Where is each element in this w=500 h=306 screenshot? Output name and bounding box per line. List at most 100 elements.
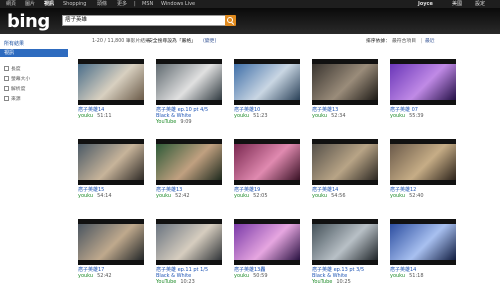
expand-icon	[4, 66, 9, 71]
results-bar: 1-20 / 11,800 筆影片結果 安全搜尋設為「嚴格」 (變更) 排序依據…	[70, 37, 495, 47]
settings-link[interactable]: 設定	[475, 0, 485, 8]
video-thumbnail[interactable]	[234, 59, 300, 105]
video-meta: YouTube 9:09	[156, 119, 192, 125]
expand-icon	[4, 96, 9, 101]
video-thumbnail[interactable]	[78, 219, 144, 265]
video-source: youku	[156, 193, 172, 199]
filter-resolution[interactable]: 解析度	[4, 85, 25, 92]
video-result[interactable]: 痞子英雄13 youku 52:34	[312, 59, 378, 131]
video-thumbnail[interactable]	[156, 219, 222, 265]
video-result[interactable]: 痞子英雄13轟 youku 50:59	[234, 219, 300, 291]
video-duration: 51:23	[253, 113, 268, 119]
video-result[interactable]: 痞子英雄 07 youku 55:39	[390, 59, 456, 131]
video-source: youku	[78, 273, 94, 279]
video-meta: youku 51:18	[390, 273, 424, 279]
video-duration: 52:34	[331, 113, 346, 119]
video-meta: youku 52:05	[234, 193, 268, 199]
video-source: youku	[390, 273, 406, 279]
nav-separator: |	[134, 1, 136, 7]
filter-screen-size[interactable]: 螢幕大小	[4, 75, 30, 82]
video-result[interactable]: 痞子英雄13 youku 52:42	[156, 139, 222, 211]
sort-current: 最符合項目	[392, 39, 416, 44]
user-name[interactable]: Joyce	[418, 0, 433, 8]
video-source: youku	[78, 113, 94, 119]
top-nav-bar: 網頁 圖片 視訊 Shopping 頭條 更多 | MSN Windows Li…	[0, 0, 500, 8]
video-duration: 10:25	[336, 279, 351, 285]
video-thumbnail[interactable]	[234, 139, 300, 185]
nav-windows-live[interactable]: Windows Live	[161, 0, 195, 8]
video-thumbnail[interactable]	[390, 139, 456, 185]
video-meta: youku 52:42	[78, 273, 112, 279]
video-result[interactable]: 痞子英雄14 youku 54:56	[312, 139, 378, 211]
video-duration: 9:09	[180, 119, 192, 125]
expand-icon	[4, 76, 9, 81]
result-count: 1-20 / 11,800 筆影片結果	[92, 39, 150, 44]
nav-news[interactable]: 頭條	[97, 0, 107, 8]
video-thumbnail[interactable]	[390, 59, 456, 105]
video-duration: 54:14	[97, 193, 112, 199]
video-source: youku	[312, 113, 328, 119]
video-duration: 10:23	[180, 279, 195, 285]
video-thumbnail[interactable]	[312, 139, 378, 185]
nav-videos[interactable]: 視訊	[44, 0, 54, 8]
video-result[interactable]: 痞子英雄19 youku 52:05	[234, 139, 300, 211]
video-result[interactable]: 痞子英雄 ep.10 pt 4/5 Black & White YouTube 9:0…	[156, 59, 222, 131]
nav-msn[interactable]: MSN	[142, 0, 153, 8]
sort-recent-link[interactable]: 最近	[425, 37, 435, 47]
video-meta: youku 51:23	[234, 113, 268, 119]
video-duration: 52:40	[409, 193, 424, 199]
safesearch-status: 安全搜尋設為「嚴格」	[148, 39, 196, 44]
video-duration: 52:42	[97, 273, 112, 279]
sidebar-all-results[interactable]: 所有結果	[4, 40, 24, 47]
video-thumbnail[interactable]	[156, 139, 222, 185]
video-source: youku	[390, 193, 406, 199]
nav-more[interactable]: 更多	[117, 0, 127, 8]
video-meta: youku 54:56	[312, 193, 346, 199]
video-thumbnail[interactable]	[312, 219, 378, 265]
video-source: YouTube	[312, 279, 333, 285]
video-result[interactable]: 痞子英雄17 youku 52:42	[78, 219, 144, 291]
video-source: youku	[234, 193, 250, 199]
safesearch-change-link[interactable]: (變更)	[203, 37, 216, 47]
bing-logo[interactable]: bing	[7, 13, 50, 31]
expand-icon	[4, 86, 9, 91]
filter-length[interactable]: 長度	[4, 65, 21, 72]
video-duration: 52:42	[175, 193, 190, 199]
video-result[interactable]: 痞子英雄14 youku 51:18	[390, 219, 456, 291]
video-source: youku	[234, 113, 250, 119]
video-duration: 54:56	[331, 193, 346, 199]
search-input[interactable]	[65, 16, 215, 25]
filter-source[interactable]: 來源	[4, 95, 21, 102]
video-source: YouTube	[156, 119, 177, 125]
video-source: YouTube	[156, 279, 177, 285]
video-result[interactable]: 痞子英雄10 youku 51:23	[234, 59, 300, 131]
video-meta: youku 50:59	[234, 273, 268, 279]
nav-shopping[interactable]: Shopping	[63, 0, 86, 8]
video-result[interactable]: 痞子英雄 ep.11 pt 1/5 Black & White YouTube 10:…	[156, 219, 222, 291]
video-thumbnail[interactable]	[390, 219, 456, 265]
video-result[interactable]: 痞子英雄14 youku 51:11	[78, 59, 144, 131]
video-result[interactable]: 痞子英雄 ep.13 pt 3/5 Black & White YouTube 10:…	[312, 219, 378, 291]
video-meta: youku 52:34	[312, 113, 346, 119]
video-duration: 51:18	[409, 273, 424, 279]
video-meta: youku 55:39	[390, 113, 424, 119]
video-result[interactable]: 痞子英雄15 youku 54:14	[78, 139, 144, 211]
video-thumbnail[interactable]	[312, 59, 378, 105]
video-thumbnail[interactable]	[78, 139, 144, 185]
video-meta: YouTube 10:23	[156, 279, 195, 285]
video-result[interactable]: 痞子英雄12 youku 52:40	[390, 139, 456, 211]
video-thumbnail[interactable]	[234, 219, 300, 265]
video-meta: youku 52:42	[156, 193, 190, 199]
search-button[interactable]	[225, 15, 236, 26]
video-source: youku	[234, 273, 250, 279]
video-thumbnail[interactable]	[78, 59, 144, 105]
search-box[interactable]	[62, 15, 226, 26]
nav-web[interactable]: 網頁	[6, 0, 16, 8]
region-link[interactable]: 美國	[452, 0, 462, 8]
video-thumbnail[interactable]	[156, 59, 222, 105]
sidebar-item-videos[interactable]: 視訊	[0, 49, 68, 57]
video-duration: 50:59	[253, 273, 268, 279]
video-duration: 55:39	[409, 113, 424, 119]
nav-images[interactable]: 圖片	[25, 0, 35, 8]
video-source: youku	[78, 193, 94, 199]
